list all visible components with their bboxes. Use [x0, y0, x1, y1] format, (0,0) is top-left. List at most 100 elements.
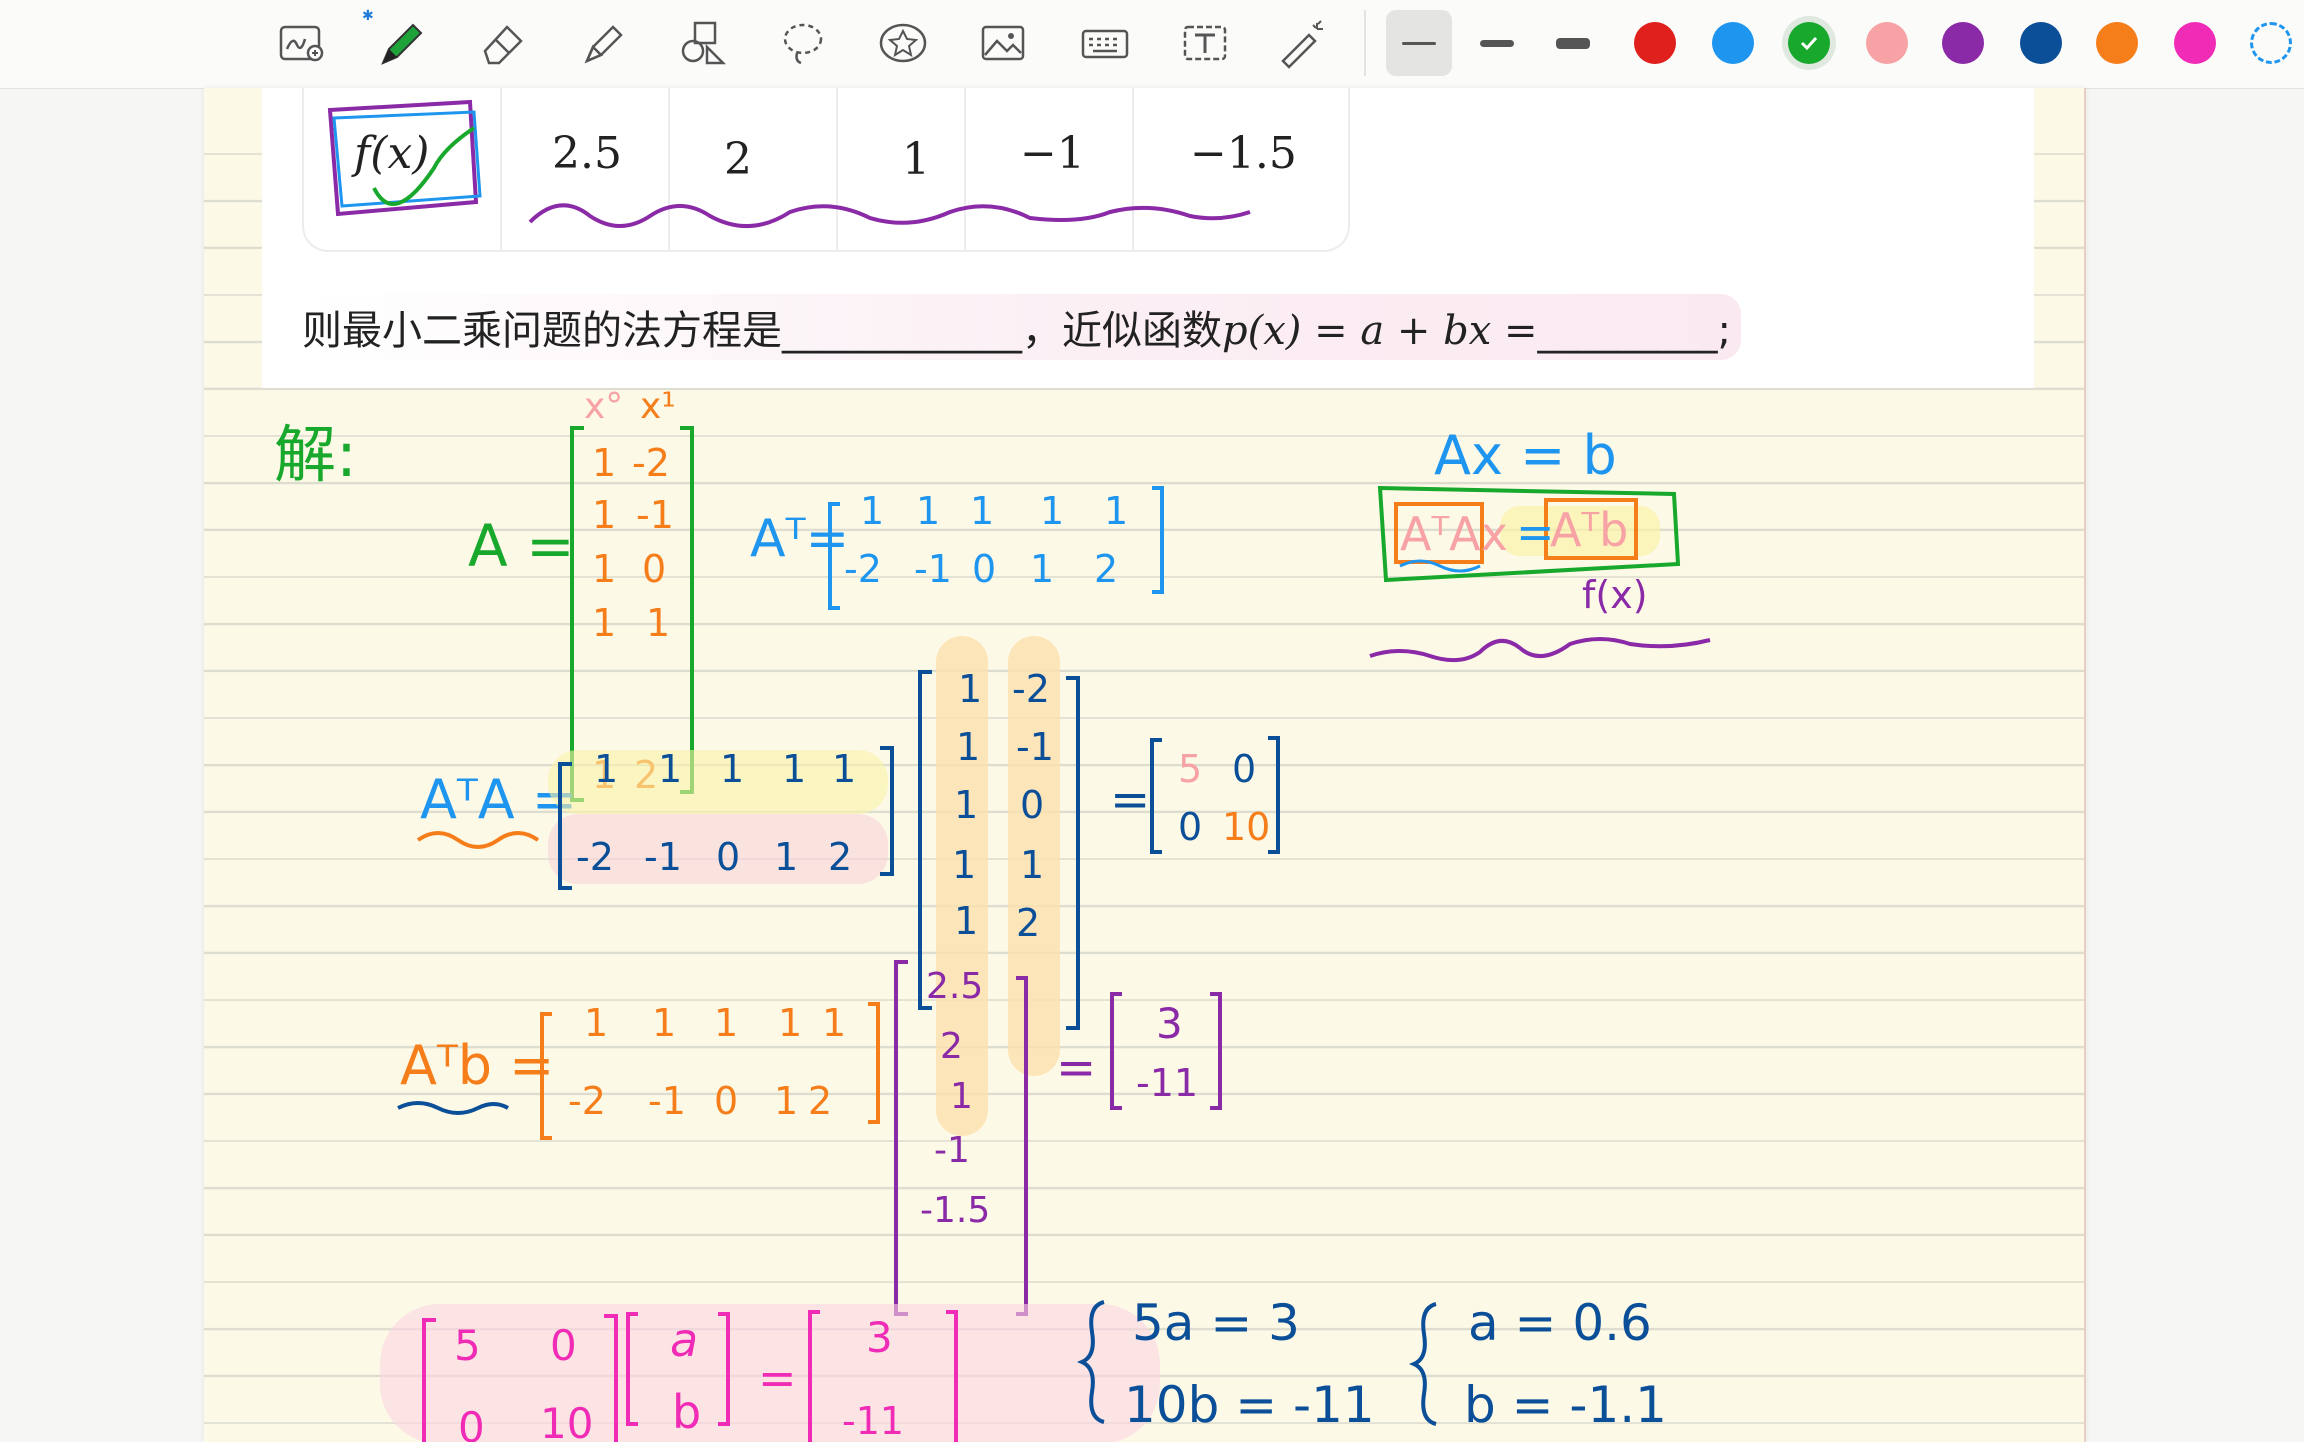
matrix-cell: 1 — [1104, 489, 1128, 533]
matrix-cell: 2 — [1094, 547, 1118, 591]
matrix-cell: -2 — [844, 547, 882, 591]
matrix-A-label: A = — [468, 512, 575, 580]
matrix-cell: 0 — [458, 1403, 485, 1442]
vector-cell: 2 — [940, 1026, 963, 1067]
solution-b: b = -1.1 — [1464, 1376, 1667, 1434]
handwriting-layer: 解: x° x¹ A = 1 1 1 1 1 -2 -1 0 1 2 Aᵀ= 1… — [274, 99, 1711, 1442]
stroke-medium-button[interactable] — [1464, 10, 1530, 76]
matrix-AT: 1 1 1 1 1 -2 -1 0 1 2 — [844, 489, 1128, 591]
solution-label: 解: — [274, 418, 357, 491]
fx-box-annotation — [332, 110, 482, 208]
matrix-cell: 1 — [584, 1001, 608, 1045]
pen-icon[interactable] — [368, 10, 434, 76]
image-icon[interactable] — [970, 10, 1036, 76]
vector-cell: 1 — [950, 1076, 973, 1117]
matrix-cell: -2 — [1012, 667, 1050, 711]
matrix-bracket — [1066, 676, 1080, 1030]
matrix-cell: -1 — [636, 493, 674, 537]
matrix-cell: 10 — [540, 1399, 593, 1442]
matrix-AT: 1 1 1 1 1 -2 -1 0 1 2 — [568, 1001, 846, 1123]
matrix-cell: 1 — [658, 747, 682, 791]
matrix-cell: 1 — [774, 1079, 798, 1123]
keyboard-icon[interactable] — [1072, 10, 1138, 76]
color-blue-swatch[interactable] — [1712, 22, 1754, 64]
color-purple-swatch[interactable] — [1942, 22, 1984, 64]
eraser-icon[interactable] — [470, 10, 536, 76]
matrix-cell: 1 — [782, 747, 806, 791]
matrix-cell: 1 — [832, 747, 856, 791]
vector-cell: -1.5 — [920, 1190, 990, 1231]
matrix-cell: 3 — [1156, 999, 1183, 1048]
matrix-cell: 1 — [970, 489, 994, 533]
matrix-cell: 1 — [1040, 489, 1064, 533]
matrix-cell: 10 — [1222, 805, 1270, 849]
text-box-icon[interactable] — [1172, 10, 1238, 76]
normal-equation-lhs: AᵀAx — [1400, 507, 1508, 561]
color-magenta-swatch[interactable] — [2174, 22, 2216, 64]
matrix-cell: 1 — [592, 547, 616, 591]
custom-color-picker-icon[interactable] — [2250, 22, 2292, 64]
matrix-cell: 0 — [972, 547, 996, 591]
solution-a: a = 0.6 — [1468, 1294, 1652, 1352]
system-equation-1: 5a = 3 — [1132, 1294, 1300, 1352]
matrix-cell: 1 — [592, 441, 616, 485]
matrix-cell: 0 — [716, 835, 740, 879]
laser-pointer-icon[interactable] — [1270, 10, 1336, 76]
matrix-cell: 1 — [956, 725, 980, 769]
matrix-cell: -1 — [1016, 725, 1054, 769]
matrix-cell: 0 — [1232, 747, 1256, 791]
system-equation-2: 10b = -11 — [1124, 1376, 1375, 1434]
solution-brace — [1408, 1302, 1437, 1426]
squiggle-underline — [1369, 637, 1711, 663]
color-red-swatch[interactable] — [1634, 22, 1676, 64]
matrix-cell: 1 — [714, 1001, 738, 1045]
sticker-icon[interactable] — [870, 10, 936, 76]
vector-cell: a — [670, 1313, 698, 1367]
column-label: x° — [584, 386, 623, 427]
matrix-cell: -2 — [632, 441, 670, 485]
toolbar: ✱ — [0, 0, 2304, 89]
matrix-cell: 1 — [954, 899, 978, 943]
lasso-icon[interactable] — [770, 10, 836, 76]
equals-sign: = — [1110, 772, 1150, 828]
matrix-cell: 1 — [958, 667, 982, 711]
color-green-swatch[interactable] — [1788, 22, 1830, 64]
matrix-cell: 1 — [652, 1001, 676, 1045]
matrix-cell: 2 — [1016, 901, 1040, 945]
matrix-bracket — [1210, 992, 1222, 1110]
matrix-cell: 1 — [916, 489, 940, 533]
matrix-cell: 0 — [714, 1079, 738, 1123]
fx-check-mark — [372, 126, 476, 206]
matrix-cell: -1 — [914, 547, 952, 591]
vector-cell: b — [672, 1385, 701, 1439]
equals-sign: = — [1056, 1040, 1096, 1096]
fx-annotation: f(x) — [1582, 573, 1648, 617]
matrix-A: 1 1 1 1 1 -2 -1 0 1 2 — [592, 441, 674, 797]
matrix-cell: 1 — [720, 747, 744, 791]
stroke-thin-button[interactable] — [1386, 10, 1452, 76]
matrix-cell: 1 — [860, 489, 884, 533]
notebook-page[interactable]: f(x) 2.5 2 1 −1 −1.5 则最小二乘问题的法方程是_______… — [204, 88, 2086, 1442]
vector-cell: -11 — [842, 1399, 904, 1442]
stroke-thick-button[interactable] — [1540, 10, 1606, 76]
checkmark-icon — [1800, 36, 1818, 51]
matrix-cell: 1 — [822, 1001, 846, 1045]
matrix-bracket — [570, 426, 584, 802]
color-pink-swatch[interactable] — [1866, 22, 1908, 64]
color-orange-swatch[interactable] — [2096, 22, 2138, 64]
table-underline — [528, 203, 1251, 228]
squiggle-underline — [416, 831, 540, 849]
vector-cell: 2.5 — [926, 966, 983, 1007]
handwriting-zoom-icon[interactable] — [270, 10, 336, 76]
matrix-cell: 1 — [1030, 547, 1054, 591]
matrix-cell: 2 — [828, 835, 852, 879]
matrix-cell: 1 — [594, 747, 618, 791]
matrix-cell: 0 — [642, 547, 666, 591]
shapes-icon[interactable] — [670, 10, 736, 76]
normal-equation: Ax = b — [1434, 424, 1617, 487]
matrix-cell: -2 — [576, 835, 614, 879]
highlighter-icon[interactable] — [570, 10, 636, 76]
normal-equation-equals: = — [1516, 505, 1555, 559]
matrix-cell: 1 — [778, 1001, 802, 1045]
color-navy-swatch[interactable] — [2020, 22, 2062, 64]
